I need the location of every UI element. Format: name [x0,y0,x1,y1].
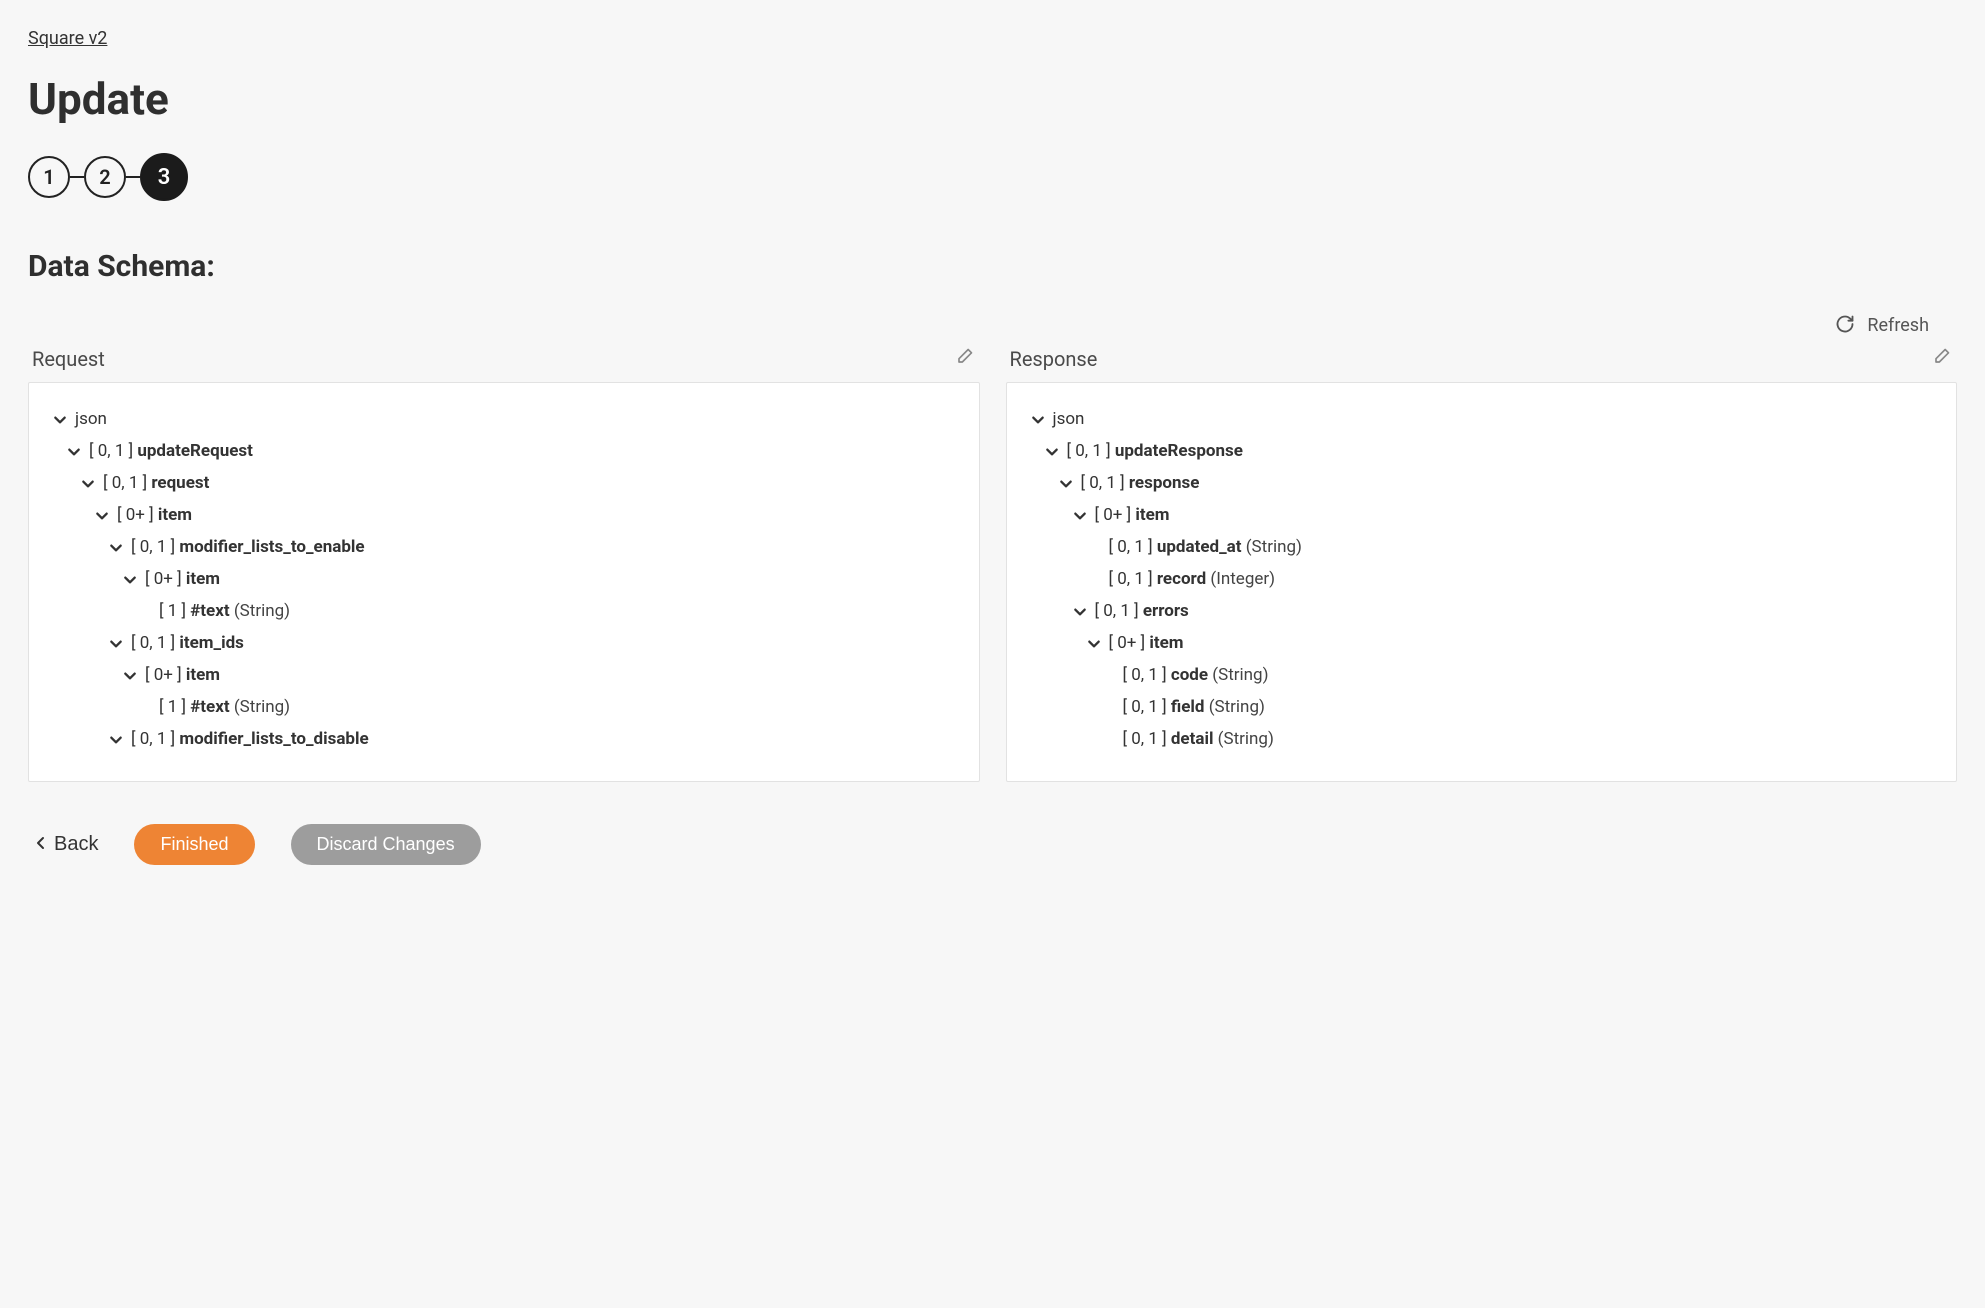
back-button[interactable]: Back [36,833,98,856]
tree-node-label: [ 0, 1 ] request [103,473,209,493]
request-tree[interactable]: json [ 0, 1 ] updateRequest [ 0, 1 ] reque… [28,382,980,782]
tree-node-label: [ 0, 1 ] item_ids [131,633,244,653]
tree-node-label: [ 0, 1 ] modifier_lists_to_disable [131,729,369,749]
tree-node-label: [ 0, 1 ] code (String) [1123,665,1269,685]
tree-node[interactable]: [ 0, 1 ] item_ids [53,627,955,659]
pencil-icon [1931,347,1951,370]
tree-node-label: [ 0, 1 ] updated_at (String) [1109,537,1302,557]
chevron-down-icon[interactable] [95,508,109,522]
tree-node[interactable]: [ 0, 1 ] errors [1031,595,1933,627]
step-1[interactable]: 1 [28,156,70,198]
chevron-down-icon[interactable] [109,732,123,746]
request-panel-title: Request [32,347,105,371]
tree-node-label: [ 0, 1 ] record (Integer) [1109,569,1276,589]
tree-node-label: [ 0+ ] item [1095,505,1170,525]
chevron-down-icon[interactable] [1031,412,1045,426]
chevron-down-icon[interactable] [1073,508,1087,522]
chevron-down-icon[interactable] [67,444,81,458]
tree-node[interactable]: [ 0, 1 ] request [53,467,955,499]
step-2[interactable]: 2 [84,156,126,198]
chevron-down-icon[interactable] [109,636,123,650]
tree-node-label: [ 0, 1 ] updateResponse [1067,441,1243,461]
tree-node: [ 1 ] #text (String) [53,691,955,723]
edit-request-button[interactable] [952,345,976,372]
step-connector [126,176,140,178]
back-label: Back [54,833,98,856]
chevron-down-icon[interactable] [123,668,137,682]
refresh-label: Refresh [1867,315,1929,336]
tree-node[interactable]: json [1031,403,1933,435]
tree-node: [ 0, 1 ] field (String) [1031,691,1933,723]
request-panel: Request json [ 0, 1 ] updateRequest [ 0, 1… [28,345,980,782]
tree-node[interactable]: [ 0+ ] item [53,563,955,595]
response-tree[interactable]: json [ 0, 1 ] updateResponse [ 0, 1 ] resp… [1006,382,1958,782]
tree-node-label: [ 0, 1 ] errors [1095,601,1189,621]
chevron-down-icon[interactable] [123,572,137,586]
tree-node[interactable]: [ 0, 1 ] response [1031,467,1933,499]
tree-node-label: [ 0, 1 ] updateRequest [89,441,253,461]
response-panel-title: Response [1010,347,1098,371]
stepper: 1 2 3 [28,153,1957,201]
chevron-down-icon[interactable] [1073,604,1087,618]
tree-node-label: [ 0+ ] item [145,665,220,685]
tree-node-label: [ 0+ ] item [117,505,192,525]
tree-node: [ 0, 1 ] code (String) [1031,659,1933,691]
tree-node[interactable]: [ 0+ ] item [1031,499,1933,531]
tree-node-label: json [1053,409,1085,429]
tree-node-label: [ 0+ ] item [1109,633,1184,653]
chevron-down-icon[interactable] [109,540,123,554]
tree-node[interactable]: [ 0+ ] item [53,499,955,531]
tree-node[interactable]: [ 0, 1 ] updateResponse [1031,435,1933,467]
tree-node[interactable]: json [53,403,955,435]
chevron-left-icon [36,833,46,856]
tree-node-label: json [75,409,107,429]
tree-node: [ 0, 1 ] record (Integer) [1031,563,1933,595]
response-panel: Response json [ 0, 1 ] updateResponse [ 0,… [1006,345,1958,782]
tree-node-label: [ 0, 1 ] response [1081,473,1200,493]
chevron-down-icon[interactable] [1045,444,1059,458]
tree-node: [ 0, 1 ] detail (String) [1031,723,1933,755]
tree-node-label: [ 1 ] #text (String) [159,697,290,717]
tree-node[interactable]: [ 0, 1 ] updateRequest [53,435,955,467]
tree-node[interactable]: [ 0+ ] item [1031,627,1933,659]
tree-node: [ 1 ] #text (String) [53,595,955,627]
tree-node-label: [ 0, 1 ] field (String) [1123,697,1265,717]
pencil-icon [954,347,974,370]
chevron-down-icon[interactable] [1087,636,1101,650]
tree-node-label: [ 0+ ] item [145,569,220,589]
step-3[interactable]: 3 [140,153,188,201]
tree-node[interactable]: [ 0, 1 ] modifier_lists_to_disable [53,723,955,755]
tree-node-label: [ 0, 1 ] modifier_lists_to_enable [131,537,365,557]
breadcrumb-link[interactable]: Square v2 [28,28,107,49]
chevron-down-icon[interactable] [1059,476,1073,490]
page-title: Update [28,73,1957,125]
refresh-icon [1835,314,1855,337]
tree-node[interactable]: [ 0+ ] item [53,659,955,691]
tree-node[interactable]: [ 0, 1 ] modifier_lists_to_enable [53,531,955,563]
finished-button[interactable]: Finished [134,824,254,865]
chevron-down-icon[interactable] [81,476,95,490]
section-heading: Data Schema: [28,249,1957,284]
tree-node-label: [ 0, 1 ] detail (String) [1123,729,1274,749]
step-connector [70,176,84,178]
tree-node-label: [ 1 ] #text (String) [159,601,290,621]
chevron-down-icon[interactable] [53,412,67,426]
discard-button[interactable]: Discard Changes [291,824,481,865]
refresh-button[interactable] [1833,312,1857,339]
edit-response-button[interactable] [1929,345,1953,372]
tree-node: [ 0, 1 ] updated_at (String) [1031,531,1933,563]
